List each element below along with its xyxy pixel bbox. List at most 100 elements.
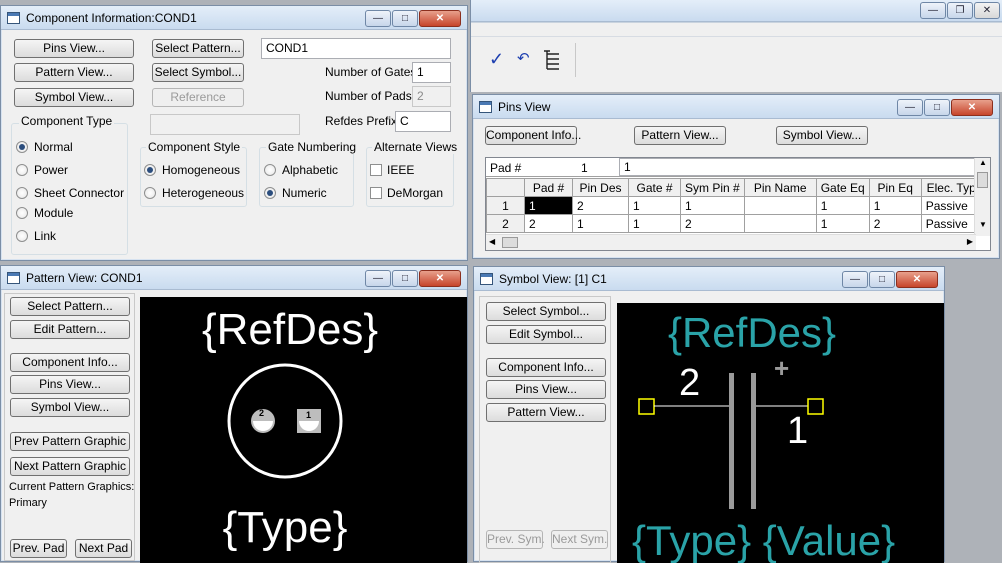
checkmark-icon[interactable]: ✓ [489, 49, 504, 70]
table-cell[interactable] [743, 196, 817, 215]
close-icon[interactable]: ✕ [896, 271, 938, 288]
radio-module[interactable]: Module [16, 206, 73, 220]
edit-symbol-button[interactable]: Edit Symbol... [486, 325, 606, 344]
scroll-down-icon[interactable]: ▼ [979, 220, 987, 229]
radio-label: Homogeneous [162, 163, 241, 177]
column-header[interactable]: Pin Eq [868, 178, 922, 197]
minimize-icon[interactable]: — [897, 99, 923, 116]
hierarchy-icon[interactable] [543, 49, 559, 71]
symbol-view-button[interactable]: Symbol View... [776, 126, 868, 145]
column-header[interactable]: Pad # [524, 178, 573, 197]
table-cell[interactable]: 1 [815, 196, 870, 215]
next-sym-button[interactable]: Next Sym. [551, 530, 608, 549]
prev-pad-button[interactable]: Prev. Pad [10, 539, 67, 558]
table-cell[interactable]: 1 [572, 214, 629, 233]
radio-normal[interactable]: Normal [16, 140, 73, 154]
component-info-button[interactable]: Component Info... [10, 353, 130, 372]
scroll-up-icon[interactable]: ▲ [979, 158, 987, 167]
next-pad-button[interactable]: Next Pad [75, 539, 132, 558]
component-name-field[interactable]: COND1 [261, 38, 451, 59]
pins-view-button[interactable]: Pins View... [14, 39, 134, 58]
table-cell[interactable]: 1 [680, 196, 745, 215]
close-icon[interactable]: ✕ [419, 270, 461, 287]
edit-row-field[interactable]: 1 [619, 158, 976, 176]
column-header[interactable]: Pin Des [572, 178, 629, 197]
reference-button[interactable]: Reference [152, 88, 244, 107]
pattern-view-button[interactable]: Pattern View... [14, 63, 134, 82]
table-cell[interactable]: 1 [628, 214, 681, 233]
table-cell[interactable]: Passive [920, 214, 982, 233]
table-cell[interactable]: 2 [868, 214, 922, 233]
minimize-icon[interactable]: — [365, 10, 391, 27]
radio-alphabetic[interactable]: Alphabetic [264, 163, 338, 177]
radio-numeric[interactable]: Numeric [264, 186, 327, 200]
radio-link[interactable]: Link [16, 229, 56, 243]
table-cell[interactable]: 1 [815, 214, 870, 233]
window-icon [479, 100, 492, 113]
table-cell[interactable]: 1 [628, 196, 681, 215]
maximize-icon[interactable]: □ [869, 271, 895, 288]
symbol-canvas[interactable]: {RefDes} + 2 1 {Type} {Value} [617, 303, 944, 563]
pins-view-button[interactable]: Pins View... [486, 380, 606, 399]
reference-field[interactable] [150, 114, 300, 135]
horizontal-scrollbar[interactable]: ◀ ▶ [486, 234, 976, 250]
table-row[interactable]: 2 2 1 1 2 1 2 Passive [486, 214, 982, 233]
radio-sheet-connector[interactable]: Sheet Connector [16, 186, 124, 200]
vertical-scrollbar[interactable]: ▲ ▼ [974, 158, 990, 236]
row-header[interactable]: 2 [486, 214, 525, 233]
restore-icon[interactable]: ❐ [947, 2, 973, 19]
table-cell[interactable]: 2 [680, 214, 745, 233]
table-cell[interactable]: 2 [572, 196, 629, 215]
pattern-view-button[interactable]: Pattern View... [634, 126, 726, 145]
radio-homogeneous[interactable]: Homogeneous [144, 163, 240, 177]
radio-heterogeneous[interactable]: Heterogeneous [144, 186, 244, 200]
edit-pattern-button[interactable]: Edit Pattern... [10, 320, 130, 339]
pins-view-button[interactable]: Pins View... [10, 375, 130, 394]
scroll-thumb[interactable] [502, 237, 518, 248]
select-pattern-button[interactable]: Select Pattern... [152, 39, 244, 58]
symbol-view-button[interactable]: Symbol View... [10, 398, 130, 417]
maximize-icon[interactable]: □ [392, 10, 418, 27]
select-pattern-button[interactable]: Select Pattern... [10, 297, 130, 316]
pin-1-number: 1 [787, 410, 809, 452]
select-symbol-button[interactable]: Select Symbol... [152, 63, 244, 82]
table-cell[interactable]: Passive [920, 196, 982, 215]
pattern-canvas[interactable]: {RefDes} 2 1 {Type} [140, 297, 467, 563]
column-header[interactable]: Elec. Typ [920, 178, 982, 197]
column-header[interactable]: Gate Eq [815, 178, 870, 197]
scroll-thumb[interactable] [977, 172, 988, 188]
scroll-right-icon[interactable]: ▶ [967, 237, 973, 246]
refdes-prefix-field[interactable]: C [395, 111, 451, 132]
prev-pattern-graphic-button[interactable]: Prev Pattern Graphic [10, 432, 130, 451]
table-row[interactable]: 1 1 2 1 1 1 1 Passive [486, 196, 982, 215]
scroll-left-icon[interactable]: ◀ [489, 237, 495, 246]
table-cell-selected[interactable]: 1 [524, 196, 573, 215]
component-info-button[interactable]: Component Info... [485, 126, 581, 145]
next-pattern-graphic-button[interactable]: Next Pattern Graphic [10, 457, 130, 476]
checkbox-demorgan[interactable]: DeMorgan [370, 186, 443, 200]
row-header[interactable]: 1 [486, 196, 525, 215]
table-cell[interactable]: 2 [524, 214, 573, 233]
select-symbol-button[interactable]: Select Symbol... [486, 302, 606, 321]
minimize-icon[interactable]: — [842, 271, 868, 288]
column-header[interactable]: Gate # [628, 178, 681, 197]
column-header[interactable]: Pin Name [743, 178, 817, 197]
close-icon[interactable]: ✕ [419, 10, 461, 27]
close-icon[interactable]: ✕ [974, 2, 1000, 19]
close-icon[interactable]: ✕ [951, 99, 993, 116]
table-cell[interactable] [743, 214, 817, 233]
component-info-button[interactable]: Component Info... [486, 358, 606, 377]
symbol-view-button[interactable]: Symbol View... [14, 88, 134, 107]
checkbox-ieee[interactable]: IEEE [370, 163, 414, 177]
table-cell[interactable]: 1 [868, 196, 922, 215]
prev-sym-button[interactable]: Prev. Sym. [486, 530, 545, 549]
minimize-icon[interactable]: — [365, 270, 391, 287]
maximize-icon[interactable]: □ [924, 99, 950, 116]
minimize-icon[interactable]: — [920, 2, 946, 19]
undo-icon[interactable]: ↶ [517, 49, 530, 67]
radio-power[interactable]: Power [16, 163, 68, 177]
maximize-icon[interactable]: □ [392, 270, 418, 287]
column-header[interactable]: Sym Pin # [680, 178, 745, 197]
number-of-gates-field[interactable]: 1 [412, 62, 451, 83]
pattern-view-button[interactable]: Pattern View... [486, 403, 606, 422]
